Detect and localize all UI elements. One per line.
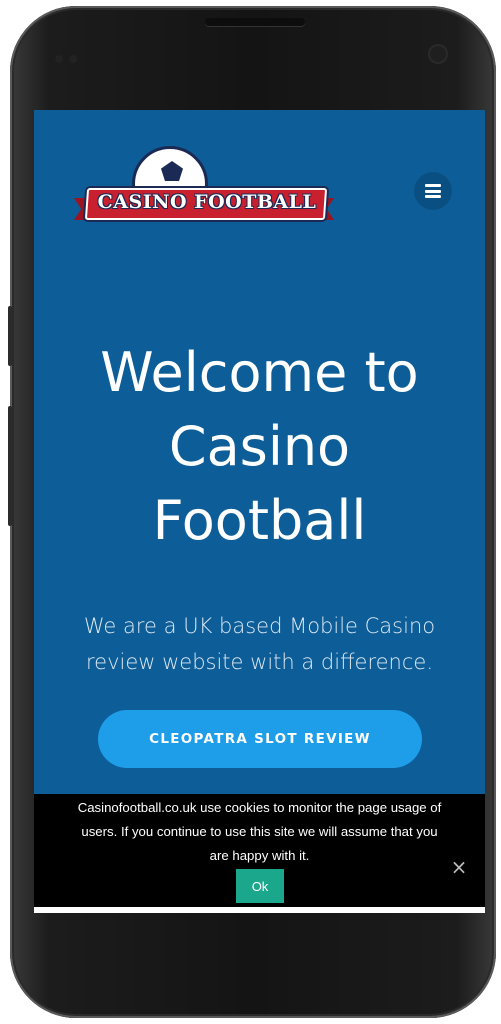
hamburger-menu-icon [425,184,441,198]
casino-football-logo[interactable]: CASINO FOOTBALL [74,146,338,230]
logo-text: CASINO FOOTBALL [97,191,317,213]
phone-side-button [8,406,12,526]
cookie-text-line: Casinofootball.co.uk use cookies to moni… [77,800,442,815]
hero-title-line: Casino [168,415,351,478]
cleopatra-slot-review-button[interactable]: CLEOPATRA SLOT REVIEW [98,710,422,768]
hero-subtitle: We are a UK based Mobile Casino review w… [34,608,485,680]
cookie-text-line: users. If you continue to use this site … [81,824,438,839]
screen-bottom-strip [34,907,485,913]
phone-volume-button [8,306,12,366]
cookie-notice-text: Casinofootball.co.uk use cookies to moni… [34,796,485,868]
phone-speaker [205,18,305,26]
close-icon[interactable]: × [448,856,470,878]
cookie-ok-button[interactable]: Ok [236,869,284,903]
phone-screen: CASINO FOOTBALL Welcome to Casino Footba… [34,110,485,913]
menu-button[interactable] [414,172,452,210]
hero-subtitle-line: review website with a difference. [85,650,434,674]
hero-subtitle-line: We are a UK based Mobile Casino [83,614,436,638]
phone-sensors [55,48,95,63]
logo-ribbon: CASINO FOOTBALL [74,184,334,222]
front-camera [430,46,446,62]
cookie-notice: Casinofootball.co.uk use cookies to moni… [34,794,485,907]
hero-title-line: Welcome to [100,341,419,404]
hero-title-line: Football [152,489,367,552]
hero-title: Welcome to Casino Football [34,336,485,558]
cookie-text-line: are happy with it. [209,848,310,863]
